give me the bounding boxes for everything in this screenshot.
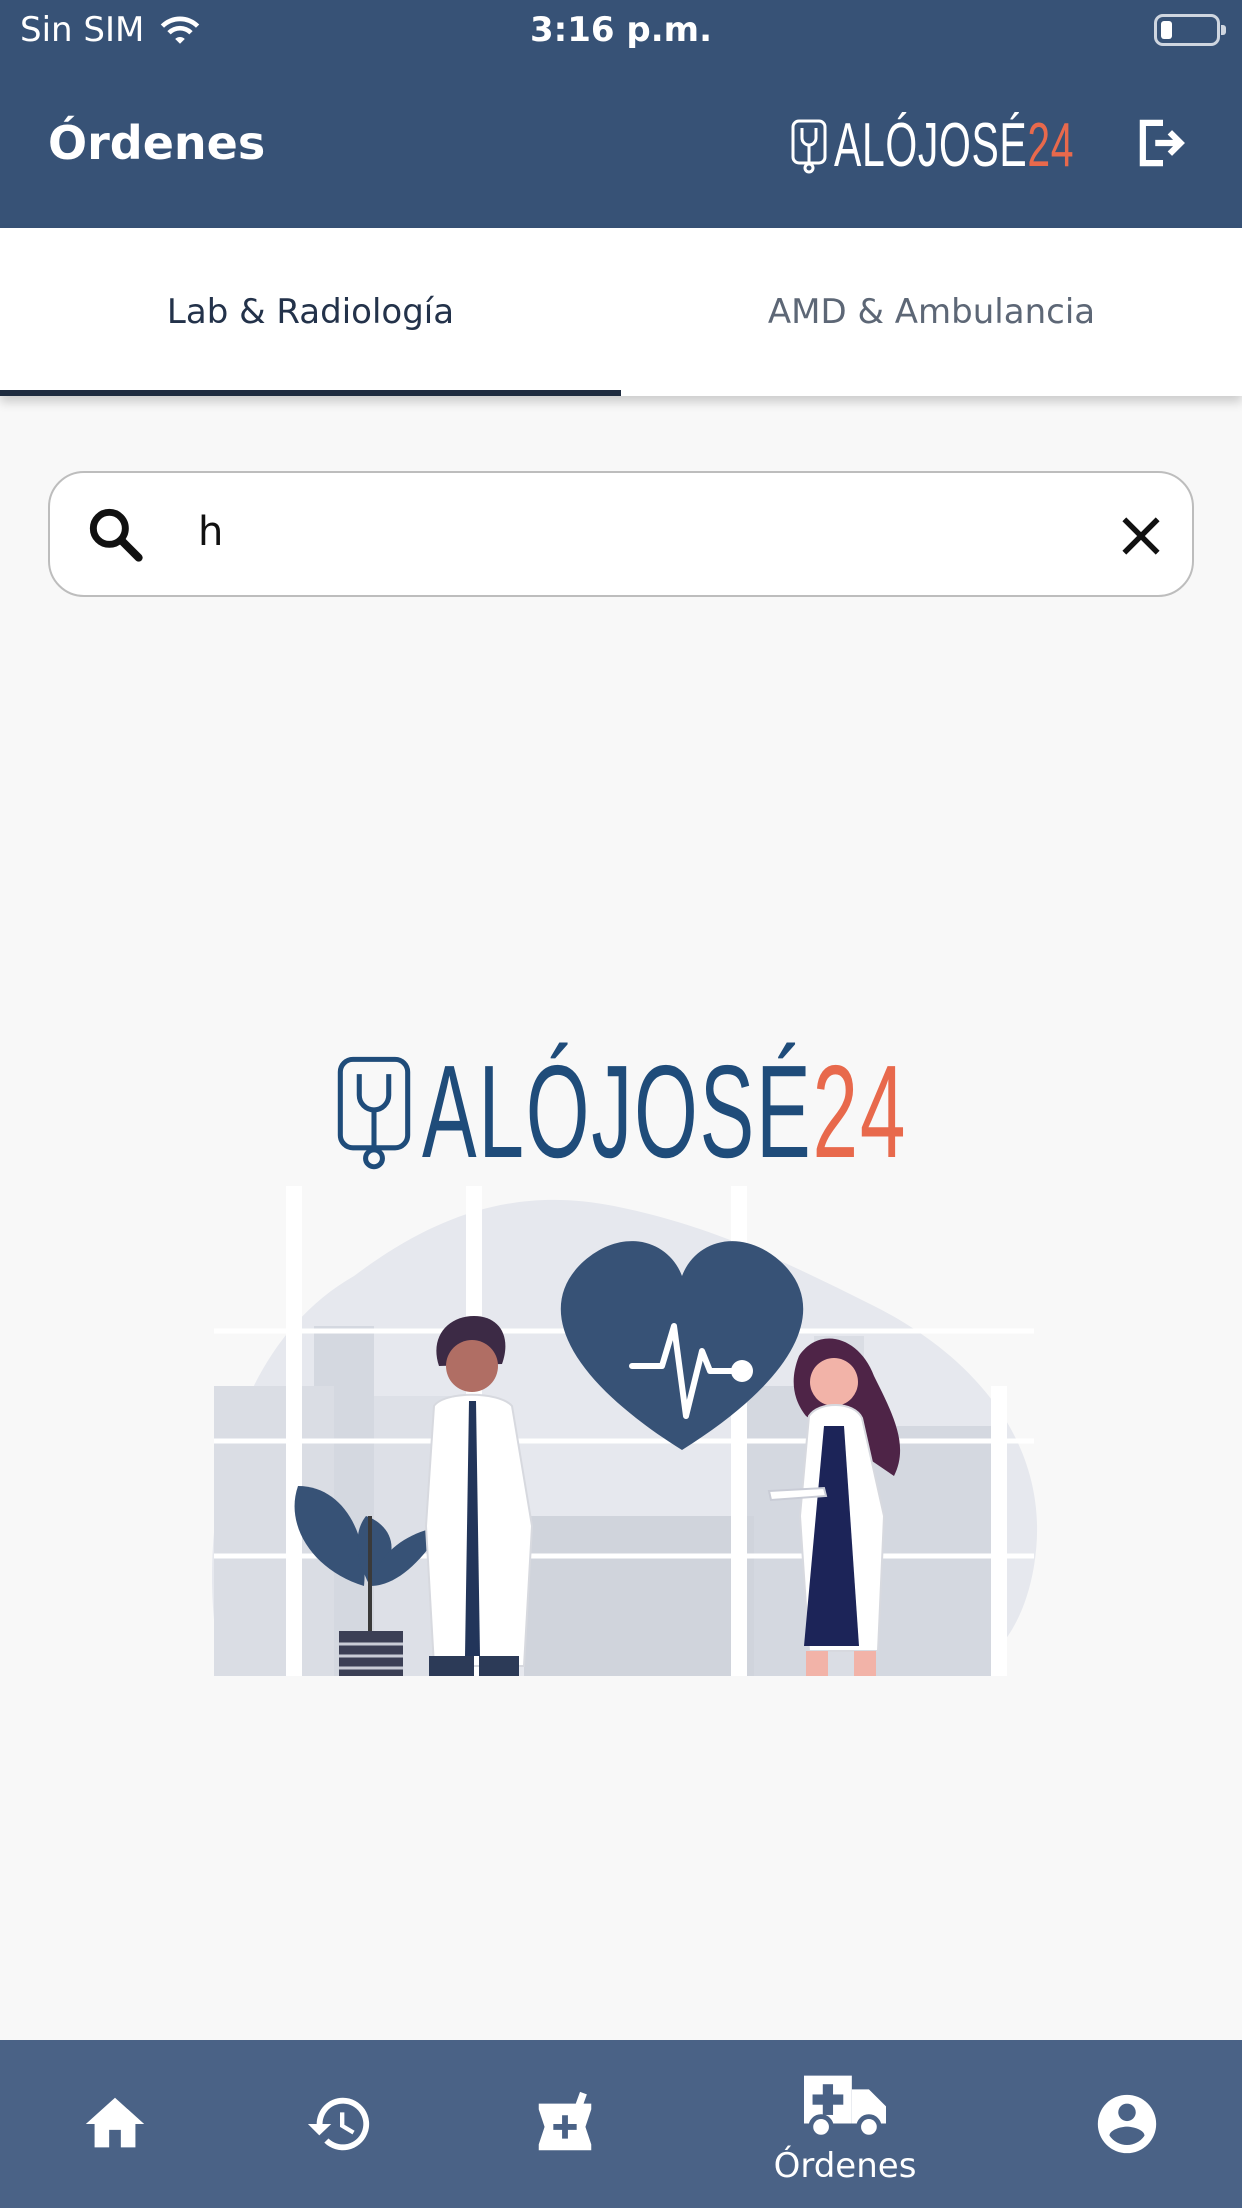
nav-account[interactable] (1082, 2040, 1172, 2208)
ambulance-icon (804, 2075, 886, 2140)
home-icon (85, 2097, 145, 2148)
logo-text-accent: 24 (1027, 111, 1075, 180)
search-icon (89, 508, 143, 562)
close-icon[interactable] (1116, 511, 1166, 561)
pharmacy-icon (538, 2091, 592, 2151)
battery-low-icon (1154, 14, 1226, 46)
page-title: Órdenes (48, 116, 266, 170)
doctors-illustration (211, 1186, 1038, 1676)
logout-icon[interactable] (1128, 112, 1198, 174)
hero-logo-text: ALÓJOSÉ24 (422, 1036, 907, 1187)
nav-home[interactable] (70, 2040, 160, 2208)
brand-logo-text: ALÓJOSÉ24 (834, 110, 1074, 181)
nav-ordenes[interactable]: Órdenes (760, 2040, 930, 2208)
tab-label: AMD & Ambulancia (767, 292, 1096, 332)
logo-text-main: ALÓJOSÉ (834, 111, 1028, 180)
tab-bar: Lab & Radiología AMD & Ambulancia (0, 228, 1242, 396)
hero-logo: ALÓJOSÉ24 (334, 1036, 1205, 1187)
stethoscope-icon (337, 1056, 411, 1169)
tab-amd-ambulancia[interactable]: AMD & Ambulancia (621, 228, 1242, 396)
tab-lab-radiologia[interactable]: Lab & Radiología (0, 228, 621, 396)
clock: 3:16 p.m. (529, 10, 712, 50)
search-input[interactable]: h (198, 509, 223, 555)
logo-text-accent: 24 (812, 1038, 908, 1185)
top-bar: Sin SIM 3:16 p.m. Órdenes ALÓJOSÉ24 (0, 0, 1242, 228)
search-field[interactable]: h (48, 471, 1194, 597)
bottom-navigation: Órdenes (0, 2040, 1242, 2208)
history-icon (307, 2097, 370, 2151)
account-icon (1097, 2094, 1157, 2154)
nav-label-ordenes: Órdenes (773, 2146, 917, 2186)
status-bar: Sin SIM 3:16 p.m. (0, 0, 1242, 62)
nav-pharmacy[interactable] (520, 2040, 610, 2208)
nav-history[interactable] (295, 2040, 385, 2208)
stethoscope-icon (791, 119, 827, 173)
logo-text-main: ALÓJOSÉ (422, 1038, 813, 1185)
tab-label: Lab & Radiología (166, 292, 455, 332)
active-tab-indicator (0, 390, 621, 396)
